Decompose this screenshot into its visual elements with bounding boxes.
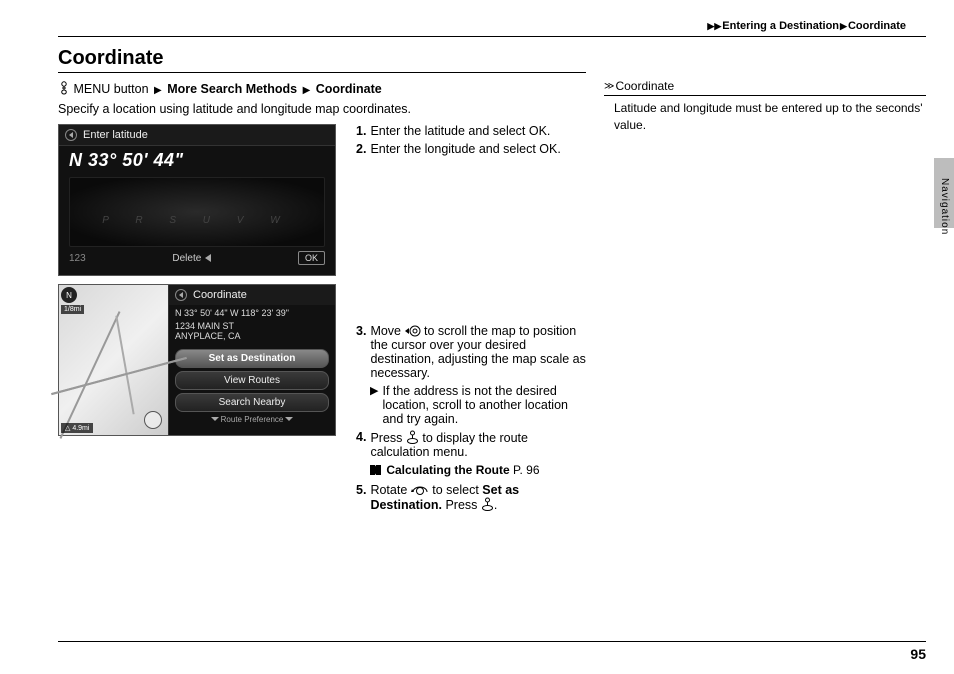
description: Specify a location using latitude and lo… [58,102,586,116]
compass-icon [144,411,162,429]
result-address-1: 1234 MAIN ST [169,321,335,331]
breadcrumb-l1: Entering a Destination [722,20,839,32]
step-3: 3. Move to scroll the map to position th… [356,324,586,380]
step-4-reference: Calculating the Route P. 96 [370,463,586,477]
joystick-move-icon [405,325,421,337]
menu-path: MENU button ▶ More Search Methods ▶ Coor… [58,81,586,96]
result-address-2: ANYPLACE, CA [169,331,335,341]
rotate-dial-icon [411,484,429,496]
book-icon [370,465,381,475]
screenshot-coordinate-map: N 1/8mi △ 4.9mi Coordinate N 33° 5 [58,284,336,436]
screen-title: Enter latitude [83,129,148,141]
map-scale: 1/8mi [61,305,84,314]
latitude-value: N 33° 50' 44" [59,146,335,173]
back-icon[interactable] [175,289,187,301]
step-5: 5. Rotate to select Set as Destination. … [356,483,586,512]
section-label: Navigation [939,178,950,235]
sidebar-heading: ≫ Coordinate [604,79,926,96]
step-4: 4. Press to display the route calculatio… [356,430,586,459]
map-preview[interactable]: N 1/8mi △ 4.9mi [59,285,169,435]
press-dial-icon [406,430,419,444]
menu-route-preference[interactable]: Route Preference [169,415,335,424]
menu-search-nearby[interactable]: Search Nearby [175,393,329,412]
menu-view-routes[interactable]: View Routes [175,371,329,390]
step-3-sub: ▶ If the address is not the desired loca… [370,384,586,426]
step-1: 1. Enter the latitude and select OK. [356,124,586,138]
back-icon[interactable] [65,129,77,141]
page-number: 95 [910,646,926,662]
dial-input[interactable]: P R S U V W [69,177,325,247]
menu-set-destination[interactable]: Set as Destination [175,349,329,368]
step-2: 2. Enter the longitude and select OK. [356,142,586,156]
screenshot-enter-latitude: Enter latitude N 33° 50' 44" P R S U V W… [58,124,336,276]
map-distance: △ 4.9mi [61,423,93,433]
screen-title: Coordinate [193,289,247,301]
num-mode[interactable]: 123 [69,253,86,264]
page-title: Coordinate [58,47,586,70]
breadcrumb-l2: Coordinate [848,20,906,32]
north-icon: N [61,287,77,303]
breadcrumb: ▶▶Entering a Destination▶Coordinate [58,20,926,32]
delete-button[interactable]: Delete [172,253,211,264]
press-dial-icon [481,497,494,511]
ok-button[interactable]: OK [298,251,325,265]
result-coords: N 33° 50' 44" W 118° 23' 39" [169,305,335,321]
sidebar-note: Latitude and longitude must be entered u… [604,100,926,134]
note-icon: ≫ [604,81,611,92]
